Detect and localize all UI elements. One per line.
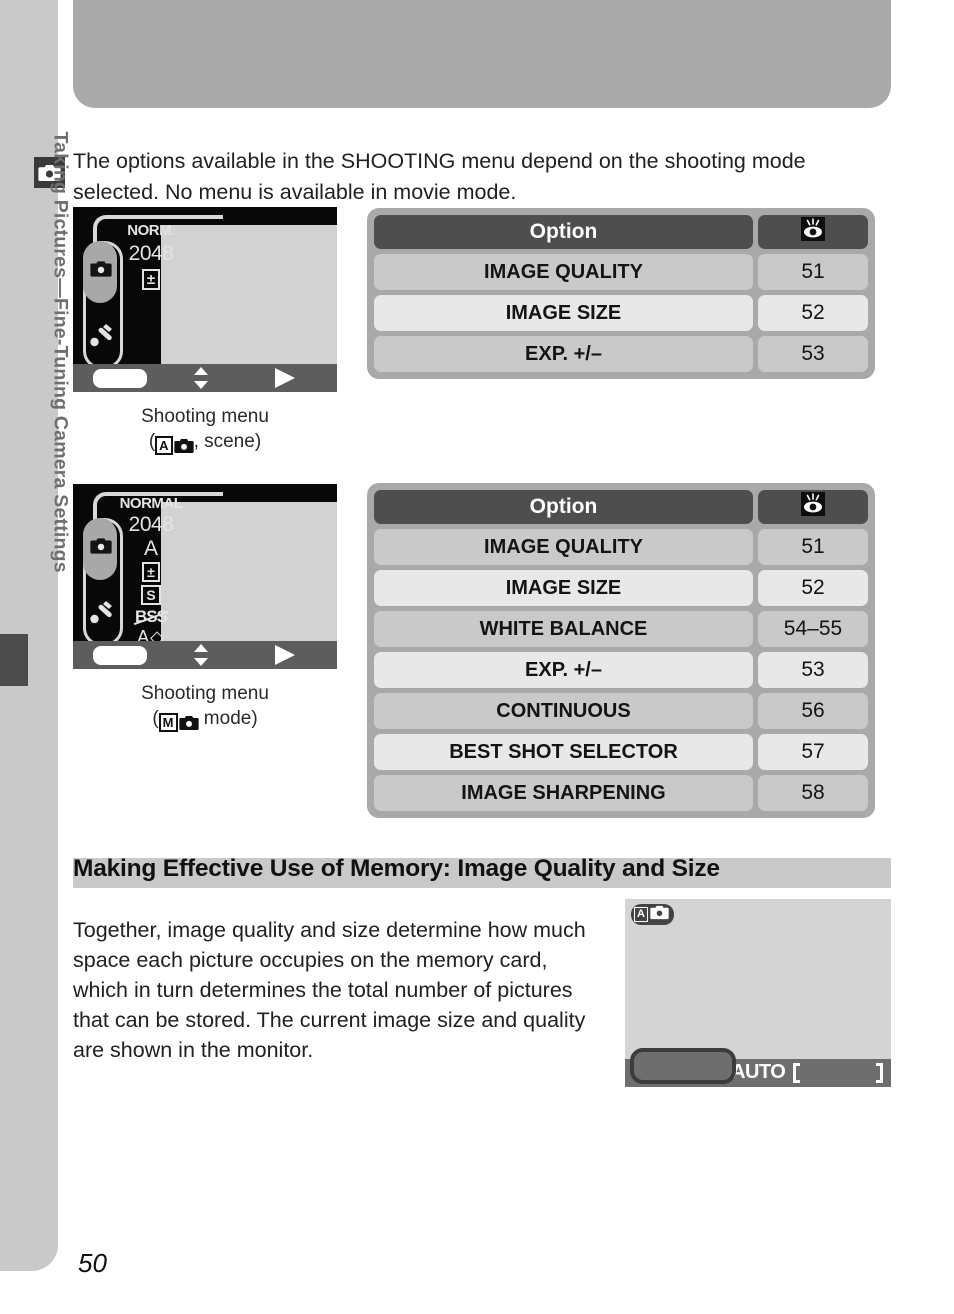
option-page: 52 [758, 570, 868, 606]
page-header-band [73, 0, 891, 108]
section-heading-band: Making Effective Use of Memory: Image Qu… [73, 855, 891, 888]
column-header-option: Option [374, 490, 753, 524]
eye-reference-icon [799, 216, 827, 248]
camera-monitor-figure: A AUTO [625, 899, 891, 1087]
shooting-menu-options-m-mode-table: Option IMAGE QUALITY 51 IMAGE SIZE 52 WH… [367, 483, 875, 818]
table-header-row: Option [374, 490, 868, 524]
shooting-tab-camera-icon[interactable] [90, 260, 112, 278]
option-name: IMAGE QUALITY [374, 529, 753, 565]
exposure-comp-icon: ± [141, 269, 161, 290]
lcd-bottom-bar [73, 364, 337, 392]
option-page: 58 [758, 775, 868, 811]
shooting-menu-options-auto-scene-table: Option IMAGE QUALITY 51 IMAGE SIZE 52 EX… [367, 208, 875, 379]
option-page: 53 [758, 652, 868, 688]
image-quality-indicator: NORM. [127, 222, 175, 239]
right-arrow-icon[interactable] [275, 368, 295, 388]
image-size-quality-highlight [630, 1048, 736, 1084]
image-quality-indicator: NORMAL [119, 495, 183, 512]
eye-reference-icon [799, 491, 827, 523]
option-page: 51 [758, 529, 868, 565]
image-size-indicator: 2048 [128, 513, 174, 536]
shooting-menu-auto-scene-caption: Shooting menu (A, scene) [73, 404, 337, 455]
caption-line-2: (M mode) [73, 706, 337, 732]
caption-line-1: Shooting menu [141, 683, 269, 704]
table-row: WHITE BALANCE 54–55 [374, 611, 868, 647]
option-name: IMAGE QUALITY [374, 254, 753, 290]
section-heading: Making Effective Use of Memory: Image Qu… [73, 855, 720, 882]
option-page: 57 [758, 734, 868, 770]
option-page: 54–55 [758, 611, 868, 647]
focus-brackets-icon [793, 1063, 883, 1083]
right-arrow-icon[interactable] [275, 645, 295, 665]
lcd-button-indicator[interactable] [93, 646, 147, 665]
option-name: CONTINUOUS [374, 693, 753, 729]
white-balance-indicator: A [143, 537, 158, 560]
page-number: 50 [78, 1248, 107, 1278]
option-page: 53 [758, 336, 868, 372]
caption-suffix: mode) [198, 708, 258, 729]
lcd-bottom-bar [73, 641, 337, 669]
setup-tab-wrench-icon[interactable] [89, 599, 115, 627]
menu-tab-selector[interactable] [83, 518, 123, 646]
option-name: WHITE BALANCE [374, 611, 753, 647]
option-page: 52 [758, 295, 868, 331]
table-row: IMAGE SIZE 52 [374, 570, 868, 606]
table-row: EXP. +/– 53 [374, 652, 868, 688]
option-name: EXP. +/– [374, 336, 753, 372]
column-header-page-reference [758, 490, 868, 524]
table-row: BEST SHOT SELECTOR 57 [374, 734, 868, 770]
shooting-tab-camera-icon[interactable] [90, 537, 112, 555]
lcd-button-indicator[interactable] [93, 369, 147, 388]
caption-suffix: , scene) [193, 431, 262, 452]
option-name: IMAGE SIZE [374, 295, 753, 331]
table-row: IMAGE QUALITY 51 [374, 254, 868, 290]
image-size-indicator: 2048 [128, 242, 174, 265]
continuous-mode-icon: S [141, 585, 161, 605]
mode-letter: M [158, 713, 178, 732]
column-header-option: Option [374, 215, 753, 249]
table-row: EXP. +/– 53 [374, 336, 868, 372]
caption-line-1: Shooting menu [141, 406, 269, 427]
shooting-menu-auto-scene-figure: NORM. 2048 ± [73, 207, 337, 392]
table-header-row: Option [374, 215, 868, 249]
shooting-menu-m-mode-figure: NORMAL 2048 A ± S BSS A◇ [73, 484, 337, 669]
lcd-status-icons: NORM. 2048 ± [125, 207, 177, 380]
option-page: 56 [758, 693, 868, 729]
chapter-title: Taking Pictures—Fine-Tuning Camera Setti… [49, 131, 72, 573]
table-row: IMAGE SHARPENING 58 [374, 775, 868, 811]
option-name: BEST SHOT SELECTOR [374, 734, 753, 770]
option-name: EXP. +/– [374, 652, 753, 688]
shooting-menu-m-mode-caption: Shooting menu (M mode) [73, 681, 337, 732]
table-row: CONTINUOUS 56 [374, 693, 868, 729]
option-page: 51 [758, 254, 868, 290]
option-name: IMAGE SHARPENING [374, 775, 753, 811]
up-down-arrow-icon[interactable] [191, 367, 211, 389]
camera-icon [650, 905, 669, 925]
column-header-page-reference [758, 215, 868, 249]
best-shot-selector-icon: BSS [135, 607, 168, 626]
option-name: IMAGE SIZE [374, 570, 753, 606]
caption-line-2: (A, scene) [73, 429, 337, 455]
mode-chip: A [155, 436, 194, 455]
mode-chip: M [158, 713, 199, 732]
table-row: IMAGE SIZE 52 [374, 295, 868, 331]
lcd-status-icons: NORMAL 2048 A ± S BSS A◇ [120, 484, 183, 653]
mode-letter: A [634, 907, 648, 922]
mode-letter: A [155, 436, 173, 455]
menu-tab-selector[interactable] [83, 241, 123, 369]
chapter-tab-marker [0, 634, 28, 686]
up-down-arrow-icon[interactable] [191, 644, 211, 666]
table-row: IMAGE QUALITY 51 [374, 529, 868, 565]
exposure-comp-icon: ± [142, 562, 160, 582]
section-body-paragraph: Together, image quality and size determi… [73, 917, 586, 1062]
setup-tab-wrench-icon[interactable] [89, 322, 115, 350]
intro-paragraph: The options available in the SHOOTING me… [73, 148, 806, 204]
monitor-mode-indicator: A [631, 904, 674, 925]
